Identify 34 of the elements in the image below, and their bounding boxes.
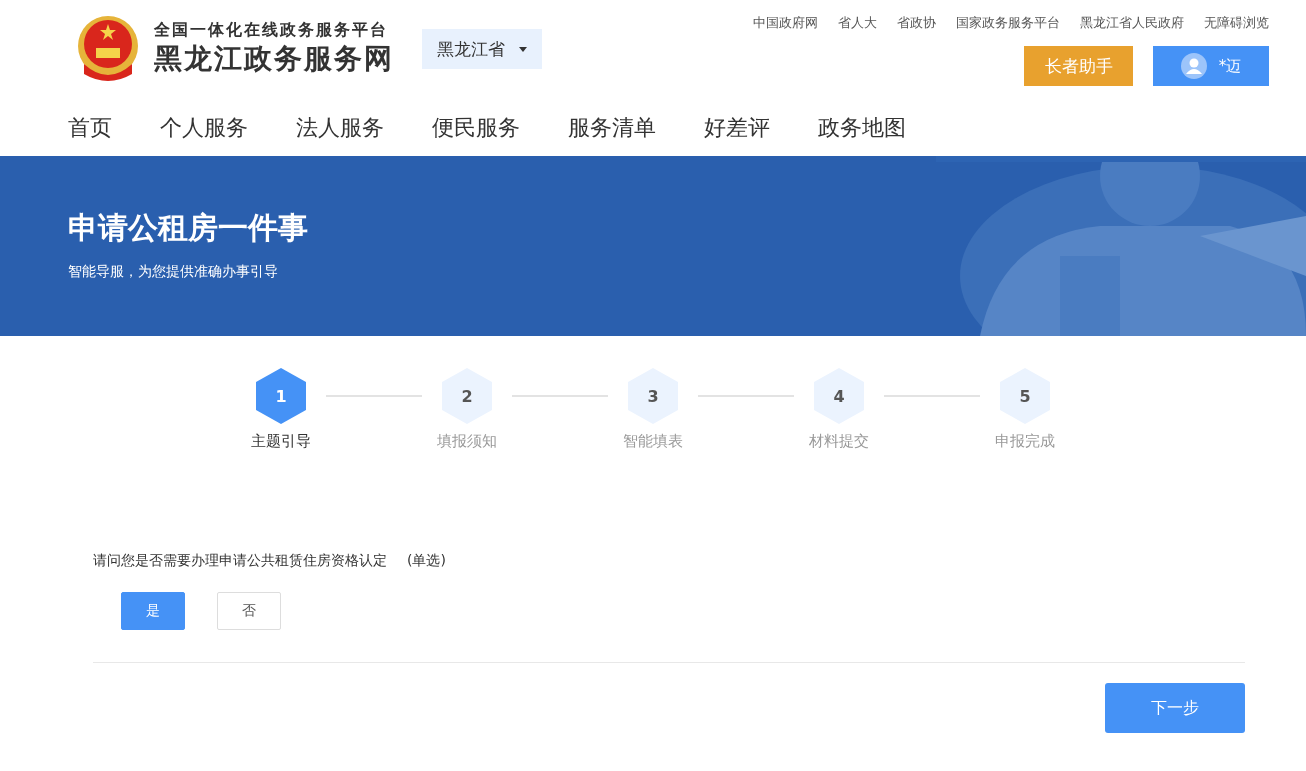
- header-link[interactable]: 黑龙江省人民政府: [1080, 14, 1184, 32]
- header-link[interactable]: 国家政务服务平台: [956, 14, 1060, 32]
- step-number: 3: [628, 368, 678, 424]
- header-link[interactable]: 无障碍浏览: [1204, 14, 1269, 32]
- banner-subtitle: 智能导服，为您提供准确办事引导: [68, 263, 279, 281]
- platform-subtitle: 全国一体化在线政务服务平台: [154, 20, 389, 41]
- site-title: 黑龙江政务服务网: [154, 41, 394, 77]
- nav-item[interactable]: 服务清单: [568, 113, 656, 143]
- nav-item[interactable]: 法人服务: [296, 113, 384, 143]
- step-label: 申报完成: [995, 432, 1055, 451]
- nav-item[interactable]: 便民服务: [432, 113, 520, 143]
- step-number: 2: [442, 368, 492, 424]
- nav-item[interactable]: 个人服务: [160, 113, 248, 143]
- question-note: (单选): [407, 552, 446, 570]
- step-number: 1: [256, 368, 306, 424]
- banner-title: 申请公租房一件事: [68, 209, 309, 247]
- step-label: 智能填表: [623, 432, 683, 451]
- header-link[interactable]: 中国政府网: [753, 14, 818, 32]
- header-link[interactable]: 省人大: [838, 14, 877, 32]
- avatar-icon: [1180, 53, 1207, 79]
- step-label: 填报须知: [437, 432, 497, 451]
- emblem-icon: [76, 14, 140, 82]
- nav-item[interactable]: 首页: [68, 113, 112, 143]
- step-number: 4: [814, 368, 864, 424]
- caret-icon: [519, 46, 527, 52]
- nav-item[interactable]: 好差评: [704, 113, 770, 143]
- step-number: 5: [1000, 368, 1050, 424]
- option-button[interactable]: 否: [217, 592, 281, 630]
- nav-item[interactable]: 政务地图: [818, 113, 906, 143]
- header-link[interactable]: 省政协: [897, 14, 936, 32]
- step-label: 主题引导: [251, 432, 311, 451]
- region-dropdown[interactable]: 黑龙江省: [422, 29, 542, 69]
- question-text: 请问您是否需要办理申请公共租赁住房资格认定: [93, 552, 387, 570]
- step-label: 材料提交: [809, 432, 869, 451]
